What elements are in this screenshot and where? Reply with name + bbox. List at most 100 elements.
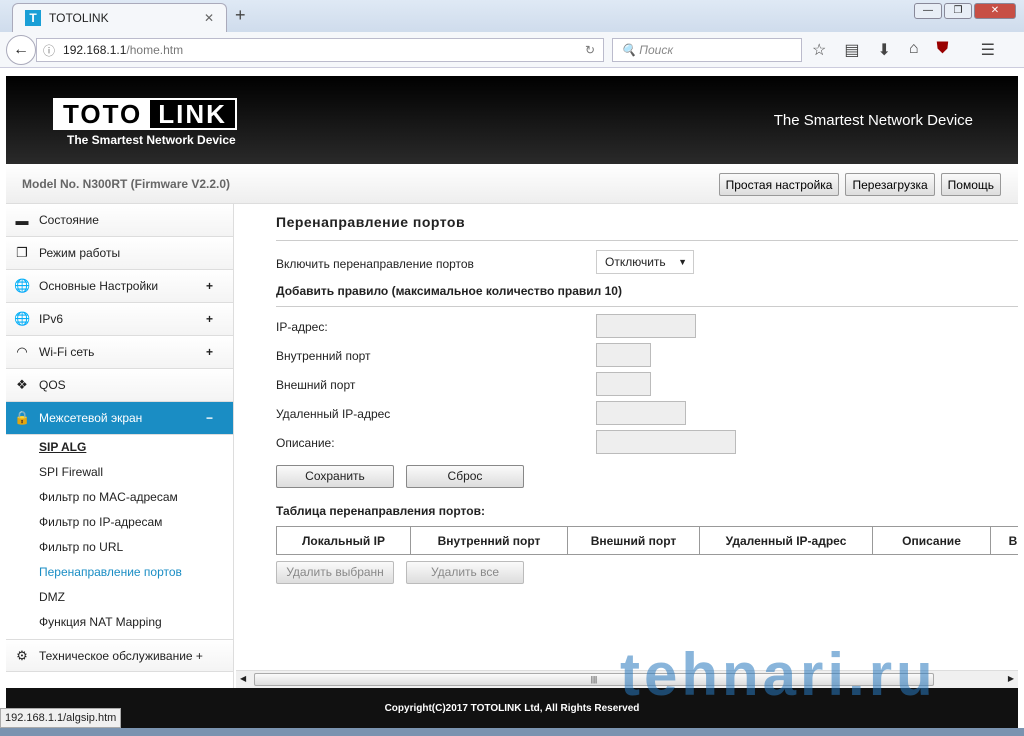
enable-select[interactable]: Отключить ▼ [596, 250, 694, 274]
internal-port-input[interactable] [596, 343, 651, 367]
internal-port-label: Внутренний порт [276, 349, 371, 363]
sidebar-item-label: QOS [39, 378, 66, 392]
sidebar-item-label: Основные Настройки [39, 279, 159, 293]
menu-icon[interactable]: ☰ [981, 40, 995, 60]
table-title: Таблица перенаправления портов: [276, 504, 485, 518]
easy-setup-button[interactable]: Простая настройка [718, 173, 840, 196]
sidebar: ▬ Состояние ❐ Режим работы 🌐 Основные Настр… [6, 204, 234, 690]
wifi-icon: ◠ [16, 344, 28, 359]
sidebar-item-label: Межсетевой экран [39, 411, 143, 425]
model-bar: Model No. N300RT (Firmware V2.2.0) Прост… [6, 164, 1018, 204]
windows-icon: ❐ [16, 245, 28, 260]
subitem-nat-mapping[interactable]: Функция NAT Mapping [6, 610, 233, 635]
subitem-sip-alg[interactable]: SIP ALG [6, 435, 233, 460]
watermark: tehnari.ru [620, 641, 937, 708]
col-remote-ip: Удаленный IP-адрес [699, 526, 873, 555]
header-slogan: The Smartest Network Device [773, 112, 973, 129]
tab-title: TOTOLINK [49, 11, 109, 25]
sidebar-item-mode[interactable]: ❐ Режим работы [6, 237, 233, 270]
expand-icon: + [205, 312, 213, 326]
sidebar-item-maintenance[interactable]: ⚙ Техническое обслуживание + [6, 639, 233, 672]
ip-input[interactable] [596, 314, 696, 338]
home-icon[interactable]: ⌂ [909, 40, 919, 60]
main-content: Перенаправление портов Включить перенапр… [276, 204, 1018, 674]
sidebar-item-label: Режим работы [39, 246, 121, 260]
save-button[interactable]: Сохранить [276, 465, 394, 488]
url-path: /home.htm [126, 43, 184, 57]
tab-bar: T TOTOLINK ✕ + — ❐ ✕ [0, 0, 1024, 32]
reboot-button[interactable]: Перезагрузка [845, 173, 935, 196]
nav-bar: ← ⓘ 192.168.1.1/home.htm ↻ 🔍 Поиск ☆ ▤ ⬇… [0, 32, 1024, 68]
col-external-port: Внешний порт [567, 526, 700, 555]
qos-icon: ❖ [16, 377, 28, 392]
subitem-mac-filter[interactable]: Фильтр по MAC-адресам [6, 485, 233, 510]
totolink-favicon-icon: T [25, 10, 41, 26]
address-bar[interactable]: ⓘ 192.168.1.1/home.htm ↻ [36, 38, 604, 62]
col-description: Описание [872, 526, 991, 555]
logo-left: TOTO [63, 99, 143, 129]
enable-select-value: Отключить [605, 255, 666, 269]
external-port-input[interactable] [596, 372, 651, 396]
help-button[interactable]: Помощь [940, 173, 1001, 196]
description-input[interactable] [596, 430, 736, 454]
reset-button[interactable]: Сброс [406, 465, 524, 488]
port-forwarding-table: Локальный IP Внутренний порт Внешний пор… [276, 526, 1018, 555]
sidebar-item-wifi[interactable]: ◠ Wi-Fi сеть + [6, 336, 233, 369]
search-input[interactable]: 🔍 Поиск [612, 38, 802, 62]
back-button[interactable]: ← [6, 35, 36, 65]
sidebar-item-label: Техническое обслуживание + [39, 648, 203, 663]
sidebar-item-status[interactable]: ▬ Состояние [6, 204, 233, 237]
description-label: Описание: [276, 436, 335, 450]
chevron-down-icon: ▼ [678, 257, 687, 267]
totolink-logo: TOTO LINK [53, 98, 237, 130]
external-port-label: Внешний порт [276, 378, 356, 392]
col-local-ip: Локальный IP [276, 526, 411, 555]
subitem-spi-firewall[interactable]: SPI Firewall [6, 460, 233, 485]
gear-icon: ⚙ [16, 647, 28, 663]
minimize-button[interactable]: — [914, 3, 942, 19]
bookmark-star-icon[interactable]: ☆ [812, 40, 826, 60]
sidebar-item-label: Состояние [39, 213, 99, 227]
sidebar-item-qos[interactable]: ❖ QOS [6, 369, 233, 402]
remote-ip-label: Удаленный IP-адрес [276, 407, 391, 421]
col-internal-port: Внутренний порт [410, 526, 568, 555]
info-icon: ⓘ [43, 43, 56, 58]
delete-all-button[interactable]: Удалить все [406, 561, 524, 584]
download-icon[interactable]: ⬇ [877, 40, 890, 60]
sidebar-item-basic-settings[interactable]: 🌐 Основные Настройки + [6, 270, 233, 303]
search-placeholder: Поиск [639, 43, 673, 57]
enable-label: Включить перенаправление портов [276, 257, 474, 271]
globe-icon: 🌐 [14, 311, 31, 326]
close-window-button[interactable]: ✕ [974, 3, 1016, 19]
chat-icon: ▬ [15, 212, 29, 228]
delete-selected-button[interactable]: Удалить выбранн [276, 561, 394, 584]
maximize-button[interactable]: ❐ [944, 3, 972, 19]
subitem-port-forwarding[interactable]: Перенаправление портов [6, 560, 233, 585]
page-header: TOTO LINK The Smartest Network Device The… [6, 76, 1018, 164]
reading-list-icon[interactable]: ▤ [844, 40, 859, 60]
expand-icon: + [205, 279, 213, 293]
url-host: 192.168.1.1 [63, 43, 127, 57]
subitem-ip-filter[interactable]: Фильтр по IP-адресам [6, 510, 233, 535]
ublock-icon[interactable]: ⛊ [937, 40, 949, 60]
globe-icon: 🌐 [14, 278, 31, 293]
close-tab-icon[interactable]: ✕ [204, 11, 214, 25]
lock-icon: 🔒 [14, 410, 31, 425]
remote-ip-input[interactable] [596, 401, 686, 425]
add-rule-heading: Добавить правило (максимальное количеств… [276, 284, 1018, 307]
logo-right: LINK [150, 100, 235, 128]
sidebar-item-label: IPv6 [39, 312, 64, 326]
reload-icon[interactable]: ↻ [585, 43, 595, 57]
new-tab-button[interactable]: + [235, 5, 246, 26]
subitem-url-filter[interactable]: Фильтр по URL [6, 535, 233, 560]
model-info: Model No. N300RT (Firmware V2.2.0) [22, 177, 231, 191]
router-page: TOTO LINK The Smartest Network Device The… [6, 76, 1018, 728]
sidebar-item-ipv6[interactable]: 🌐 IPv6 + [6, 303, 233, 336]
page-title: Перенаправление портов [276, 214, 1018, 241]
browser-tab[interactable]: T TOTOLINK ✕ [12, 3, 227, 32]
sidebar-item-firewall[interactable]: 🔒 Межсетевой экран − [6, 402, 233, 435]
subitem-dmz[interactable]: DMZ [6, 585, 233, 610]
col-select: В [990, 526, 1018, 555]
ip-label: IP-адрес: [276, 320, 328, 334]
logo-slogan: The Smartest Network Device [67, 133, 236, 147]
